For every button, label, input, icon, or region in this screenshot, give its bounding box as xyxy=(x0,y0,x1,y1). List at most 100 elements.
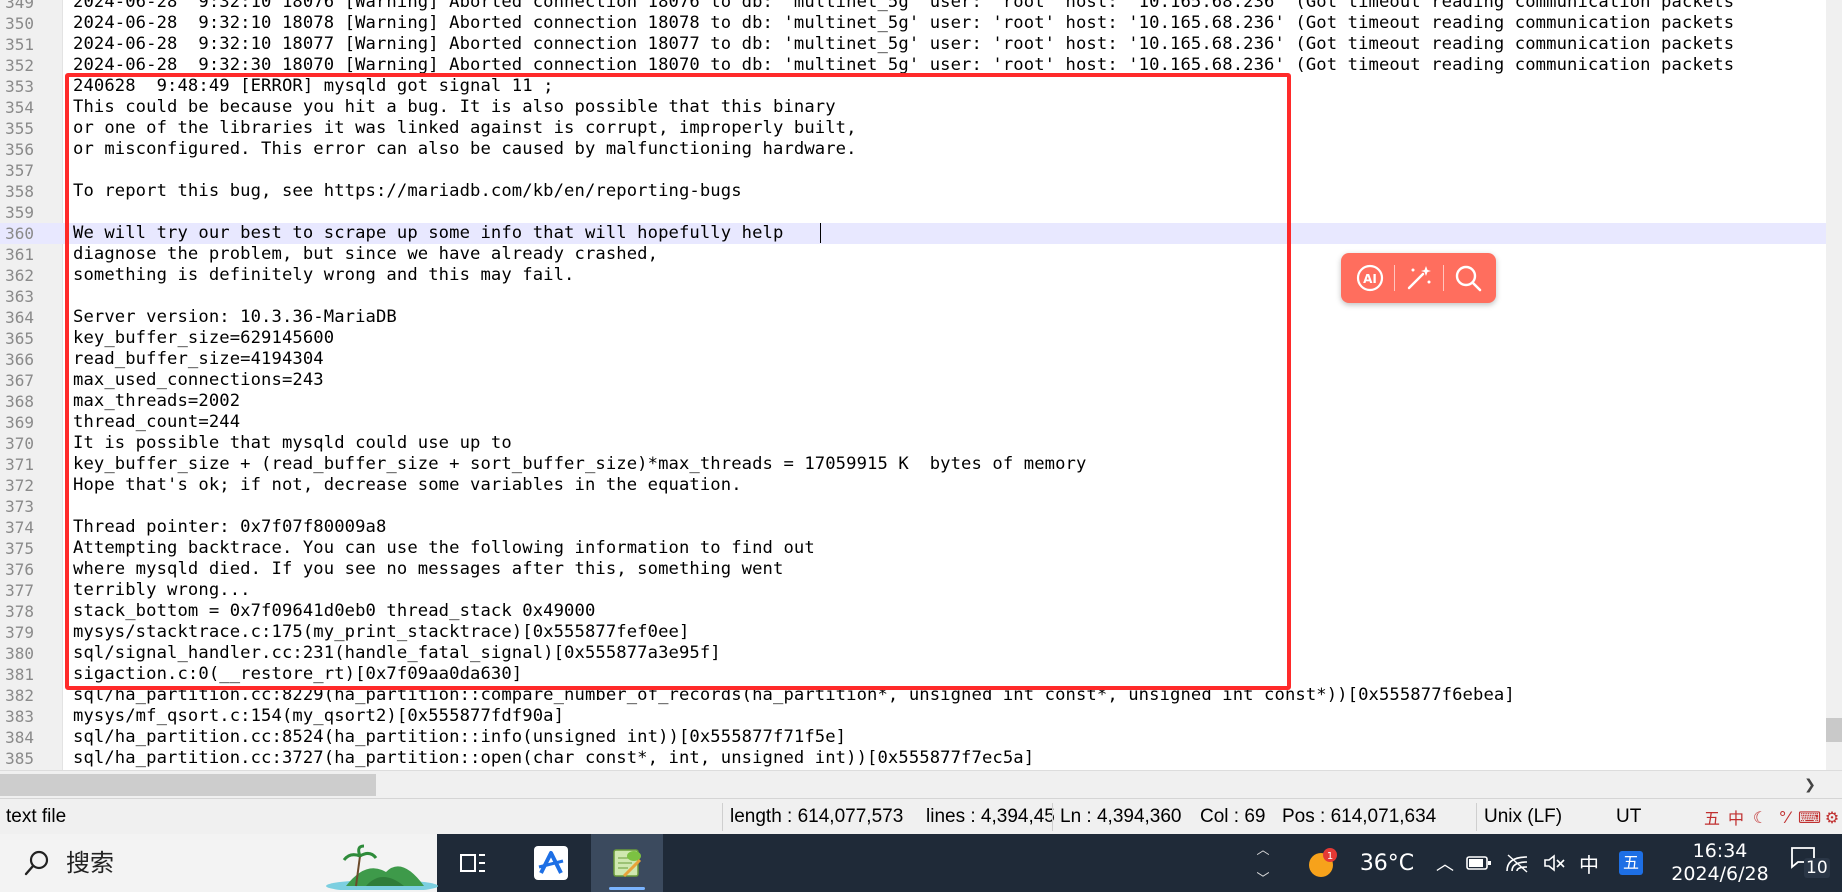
volume-muted-icon[interactable] xyxy=(1538,834,1572,892)
text-editor[interactable]: 349 2024-06-28 9:32:10 18076 [Warning] Ab… xyxy=(0,0,1842,770)
taskbar-app-notepad[interactable] xyxy=(591,834,663,892)
line-number: 365 xyxy=(5,329,34,348)
line-number: 381 xyxy=(5,665,34,684)
line-number: 356 xyxy=(5,140,34,159)
task-view-button[interactable] xyxy=(437,834,509,892)
line-number: 374 xyxy=(5,518,34,537)
speaker-glyph xyxy=(1544,854,1565,872)
network-icon[interactable] xyxy=(1500,834,1534,892)
notification-count: 10 xyxy=(1804,858,1830,878)
line-number: 377 xyxy=(5,581,34,600)
line-text[interactable]: 2024-06-28 9:32:10 18076 [Warning] Abort… xyxy=(73,0,1734,13)
system-clock[interactable]: 16:34 2024/6/28 xyxy=(1664,840,1776,886)
line-number: 363 xyxy=(5,287,34,306)
line-number: 367 xyxy=(5,371,34,390)
line-number: 370 xyxy=(5,434,34,453)
wifi-glyph xyxy=(1506,854,1528,873)
line-number: 373 xyxy=(5,497,34,516)
ime-moon-icon[interactable]: ☾ xyxy=(1750,808,1770,827)
chevron-down-icon[interactable]: ﹀ xyxy=(1256,868,1269,887)
line-text[interactable]: mysys/mf_qsort.c:154(my_qsort2)[0x555877… xyxy=(73,706,564,727)
status-position: Pos : 614,071,634 xyxy=(1282,806,1437,827)
island-scenery-icon xyxy=(326,844,438,890)
ai-label: AI xyxy=(1363,272,1377,286)
ai-icon[interactable]: AI xyxy=(1353,261,1387,295)
ime-wubi-icon[interactable]: 五 xyxy=(1702,805,1722,829)
taskbar-app-browser[interactable] xyxy=(515,834,587,892)
battery-glyph xyxy=(1466,856,1491,870)
ime-chinese-icon[interactable]: 中 xyxy=(1726,805,1746,829)
magic-wand-icon[interactable] xyxy=(1402,261,1436,295)
line-number: 372 xyxy=(5,476,34,495)
show-hidden-icons-chevron-icon[interactable]: ︿ xyxy=(1430,834,1460,892)
line-number: 360 xyxy=(5,224,34,243)
line-number: 382 xyxy=(5,686,34,705)
ime-punctuation-icon[interactable]: °⁄ xyxy=(1774,808,1794,827)
ime-settings-icon[interactable]: ⚙ xyxy=(1822,808,1842,827)
search-placeholder: 搜索 xyxy=(66,849,114,877)
taskbar-search-box[interactable]: 搜索 xyxy=(0,834,438,892)
chevron-up-icon[interactable]: ︿ xyxy=(1256,839,1269,858)
line-number: 364 xyxy=(5,308,34,327)
taskbar-scroll-arrows[interactable]: ︿ ﹀ xyxy=(1248,834,1278,892)
ime-keyboard-icon[interactable]: ⌨ xyxy=(1798,808,1821,827)
status-lines: lines : 4,394,45 xyxy=(926,806,1055,827)
status-line-number: Ln : 4,394,360 xyxy=(1060,806,1182,827)
weather-badge: 1 xyxy=(1327,851,1333,862)
line-number: 385 xyxy=(5,749,34,768)
battery-icon[interactable] xyxy=(1462,834,1496,892)
vertical-scrollbar-thumb[interactable] xyxy=(1826,718,1842,742)
line-text[interactable]: 2024-06-28 9:32:10 18077 [Warning] Abort… xyxy=(73,34,1734,55)
line-number: 351 xyxy=(5,35,34,54)
editor-line[interactable]: 383 mysys/mf_qsort.c:154(my_qsort2)[0x555… xyxy=(0,706,1826,727)
notification-center-icon[interactable]: 10 xyxy=(1790,846,1830,882)
status-divider xyxy=(1476,803,1477,831)
horizontal-scrollbar[interactable]: ❯ xyxy=(0,770,1842,799)
line-number: 378 xyxy=(5,602,34,621)
clock-date: 2024/6/28 xyxy=(1671,863,1769,885)
highlight-annotation-box xyxy=(65,73,1291,690)
line-number: 371 xyxy=(5,455,34,474)
line-number: 368 xyxy=(5,392,34,411)
scroll-right-arrow-icon[interactable]: ❯ xyxy=(1800,774,1820,796)
status-length: length : 614,077,573 xyxy=(730,806,904,827)
line-text[interactable]: sql/ha_partition.cc:8524(ha_partition::i… xyxy=(73,727,846,748)
status-encoding: UT xyxy=(1616,806,1642,827)
ime-language-indicator[interactable]: 中 xyxy=(1572,834,1606,892)
task-view-icon xyxy=(460,854,485,872)
line-number: 380 xyxy=(5,644,34,663)
editor-line[interactable]: 349 2024-06-28 9:32:10 18076 [Warning] Ab… xyxy=(0,0,1826,13)
editor-line[interactable]: 385 sql/ha_partition.cc:3727(ha_partition… xyxy=(0,748,1826,769)
browser-app-icon xyxy=(534,846,568,880)
ime-wubi-glyph: 五 xyxy=(1619,851,1643,875)
line-number: 376 xyxy=(5,560,34,579)
ime-wubi-tray-icon[interactable]: 五 xyxy=(1614,834,1648,892)
line-text[interactable]: sql/ha_partition.cc:3727(ha_partition::o… xyxy=(73,748,1034,769)
taskbar: 搜索 ︿ ﹀ 1 36°C ︿ 中 五 16:34 2024/6/28 10 xyxy=(0,834,1842,892)
search-icon[interactable] xyxy=(1451,261,1485,295)
ime-toolbar[interactable]: 五 中 ☾ °⁄ ⌨ ⚙ xyxy=(1702,803,1842,831)
temperature-text: 36°C xyxy=(1359,850,1415,876)
line-number: 375 xyxy=(5,539,34,558)
line-number: 352 xyxy=(5,56,34,75)
line-number: 357 xyxy=(5,161,34,180)
weather-widget-icon[interactable]: 1 xyxy=(1300,834,1346,892)
line-number: 349 xyxy=(5,0,34,12)
vertical-scrollbar[interactable] xyxy=(1826,0,1842,770)
status-divider xyxy=(1052,803,1053,831)
editor-line[interactable]: 384 sql/ha_partition.cc:8524(ha_partition… xyxy=(0,727,1826,748)
editor-line[interactable]: 351 2024-06-28 9:32:10 18077 [Warning] Ab… xyxy=(0,34,1826,55)
editor-line[interactable]: 350 2024-06-28 9:32:10 18078 [Warning] Ab… xyxy=(0,13,1826,34)
line-number: 366 xyxy=(5,350,34,369)
line-number: 361 xyxy=(5,245,34,264)
line-text[interactable]: 2024-06-28 9:32:10 18078 [Warning] Abort… xyxy=(73,13,1734,34)
line-number: 384 xyxy=(5,728,34,747)
status-column: Col : 69 xyxy=(1200,806,1266,827)
line-number: 369 xyxy=(5,413,34,432)
horizontal-scrollbar-thumb[interactable] xyxy=(0,774,376,796)
temperature[interactable]: 36°C xyxy=(1350,834,1424,892)
status-file-type: text file xyxy=(6,806,67,827)
line-number: 358 xyxy=(5,182,34,201)
search-icon xyxy=(24,850,49,876)
line-number: 379 xyxy=(5,623,34,642)
